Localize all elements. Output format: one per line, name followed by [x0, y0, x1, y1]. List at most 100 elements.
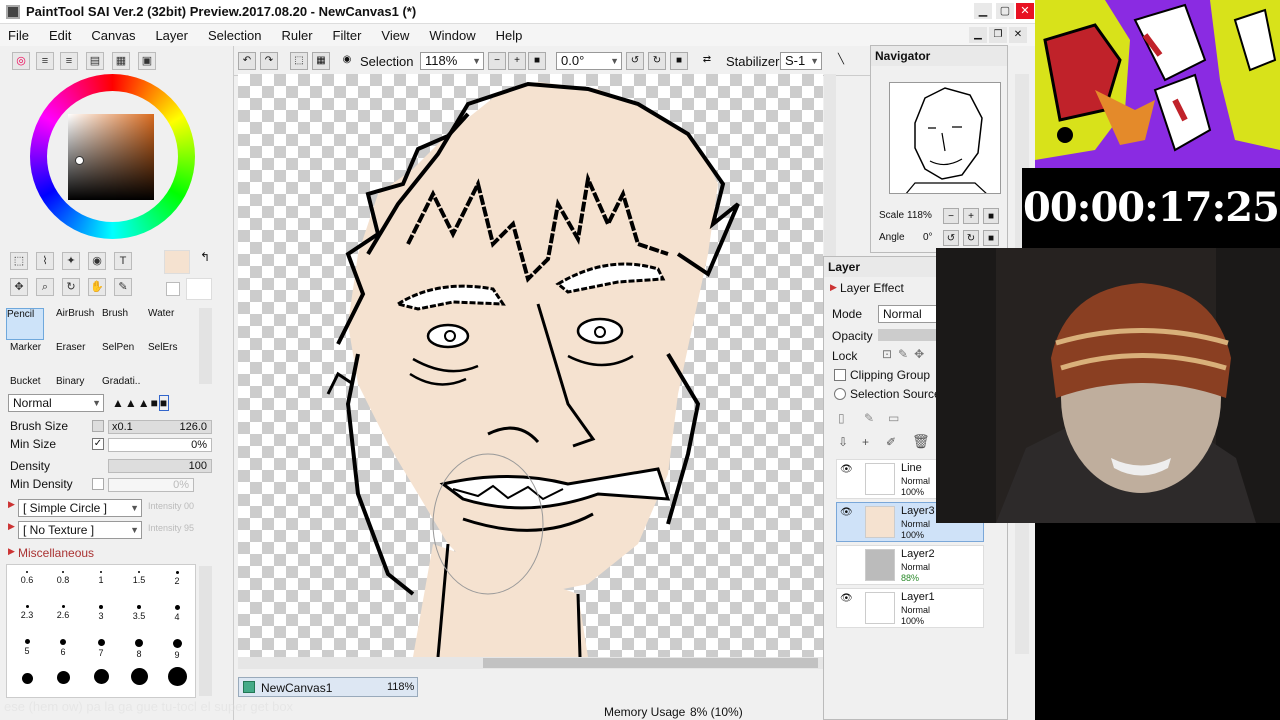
hand-icon[interactable]: ✋ — [88, 278, 106, 296]
nav-zoom-out-icon[interactable]: − — [943, 208, 959, 224]
mdi-close-icon[interactable]: ✕ — [1009, 27, 1027, 43]
canvas-tab[interactable]: NewCanvas1 118% — [238, 677, 418, 697]
presets-scrollbar[interactable] — [199, 566, 212, 696]
select-rect-icon[interactable]: ⬚ — [10, 252, 28, 270]
layer-row-layer2[interactable]: Layer2 Normal 88% — [836, 545, 984, 585]
deselect-icon[interactable]: ⬚ — [290, 52, 308, 70]
angle-select[interactable]: 0.0° — [556, 52, 622, 70]
background-color-swatch[interactable] — [186, 278, 212, 300]
size-preset[interactable]: 7 — [83, 633, 119, 667]
rotate-left-icon[interactable]: ↺ — [626, 52, 644, 70]
zoom-in-icon[interactable]: + — [508, 52, 526, 70]
size-preset[interactable]: 1 — [83, 565, 119, 599]
mdi-minimize-icon[interactable]: ▁ — [969, 27, 987, 43]
menu-file[interactable]: File — [8, 28, 29, 43]
texture-select[interactable]: [ No Texture ] — [18, 521, 142, 539]
scroll-thumb[interactable] — [483, 658, 818, 668]
zoom-icon[interactable]: ⌕ — [36, 278, 54, 296]
color-wheel-mode-icon[interactable]: ◎ — [12, 52, 30, 70]
rotate-reset-icon[interactable]: ■ — [670, 52, 688, 70]
eye-icon[interactable]: 👁 — [840, 593, 853, 604]
size-preset[interactable]: 6 — [45, 633, 81, 667]
brush-size-slider[interactable]: x0.1 126.0 — [108, 420, 212, 434]
transparent-color-swatch[interactable] — [166, 282, 180, 296]
expand-arrow-icon[interactable]: ▶ — [8, 499, 15, 510]
invert-selection-icon[interactable]: ▦ — [312, 52, 330, 70]
size-preset[interactable] — [159, 661, 195, 695]
menu-help[interactable]: Help — [496, 28, 523, 43]
nav-zoom-reset-icon[interactable]: ■ — [983, 208, 999, 224]
tool-marker[interactable]: Marker — [10, 342, 48, 374]
size-preset[interactable] — [121, 662, 157, 696]
min-density-slider[interactable]: 0% — [108, 478, 194, 492]
navigator-preview[interactable] — [889, 82, 1001, 194]
drawing-canvas[interactable] — [238, 74, 823, 657]
move-icon[interactable]: ✥ — [10, 278, 28, 296]
size-preset[interactable]: 3.5 — [121, 599, 157, 633]
menu-canvas[interactable]: Canvas — [91, 28, 135, 43]
tool-brush[interactable]: Brush — [102, 308, 140, 340]
size-preset[interactable] — [83, 663, 119, 697]
new-folder-icon[interactable]: ▭ — [888, 411, 899, 425]
line-tool-icon[interactable]: ╲ — [832, 52, 850, 70]
text-tool-icon[interactable]: T — [114, 252, 132, 270]
clipping-group-checkbox[interactable] — [834, 369, 846, 381]
eye-icon[interactable]: 👁 — [840, 464, 853, 475]
tool-selers[interactable]: SelErs — [148, 342, 186, 374]
menu-selection[interactable]: Selection — [208, 28, 261, 43]
new-linework-layer-icon[interactable]: ✎ — [864, 411, 874, 425]
expand-arrow-icon[interactable]: ▶ — [8, 521, 15, 532]
layer-select-icon[interactable]: ◉ — [88, 252, 106, 270]
close-icon[interactable]: ✕ — [1016, 3, 1034, 19]
size-preset[interactable]: 5 — [9, 633, 45, 667]
zoom-reset-icon[interactable]: ■ — [528, 52, 546, 70]
nav-rotate-reset-icon[interactable]: ■ — [983, 230, 999, 246]
eye-icon[interactable]: 👁 — [840, 507, 853, 518]
canvas-horizontal-scrollbar[interactable] — [238, 657, 823, 669]
size-preset[interactable] — [9, 667, 45, 701]
selection-source-radio[interactable] — [834, 388, 846, 400]
rotate-icon[interactable]: ↻ — [62, 278, 80, 296]
swatch-icon[interactable]: ▤ — [86, 52, 104, 70]
menu-edit[interactable]: Edit — [49, 28, 71, 43]
color-wheel[interactable] — [30, 74, 195, 239]
menu-ruler[interactable]: Ruler — [281, 28, 312, 43]
expand-arrow-icon[interactable]: ▶ — [830, 282, 837, 293]
min-size-checkbox[interactable]: ✓ — [92, 438, 104, 450]
nav-rotate-right-icon[interactable]: ↻ — [963, 230, 979, 246]
rgb-slider-icon[interactable]: ≡ — [36, 52, 54, 70]
size-preset[interactable]: 2.3 — [9, 599, 45, 633]
clear-layer-icon[interactable]: ✐ — [886, 435, 896, 449]
flip-icon[interactable]: ⇄ — [698, 52, 716, 70]
tool-bucket[interactable]: Bucket — [10, 376, 48, 390]
size-preset[interactable]: 1.5 — [121, 565, 157, 599]
size-preset[interactable] — [45, 665, 81, 699]
foreground-color-swatch[interactable] — [164, 250, 190, 274]
brush-shape-icons[interactable]: ▲▲▲■■ — [112, 395, 170, 411]
size-preset[interactable]: 0.8 — [45, 565, 81, 599]
size-preset[interactable]: 2 — [159, 565, 195, 599]
tool-eraser[interactable]: Eraser — [56, 342, 94, 374]
rotate-right-icon[interactable]: ↻ — [648, 52, 666, 70]
maximize-icon[interactable]: ▢ — [996, 3, 1014, 19]
color-picker-handle[interactable] — [75, 156, 84, 165]
expand-arrow-icon[interactable]: ▶ — [8, 546, 15, 557]
size-preset[interactable]: 4 — [159, 599, 195, 633]
min-size-slider[interactable]: 0% — [108, 438, 212, 452]
tool-pencil[interactable]: Pencil — [6, 308, 44, 340]
layer-row-layer1[interactable]: 👁 Layer1 Normal 100% — [836, 588, 984, 628]
brush-shape-select[interactable]: [ Simple Circle ] — [18, 499, 142, 517]
tool-gradation[interactable]: Gradati... — [102, 376, 140, 390]
density-slider[interactable]: 100 — [108, 459, 212, 473]
delete-layer-icon[interactable]: 🗑 — [912, 433, 930, 450]
menu-view[interactable]: View — [381, 28, 409, 43]
zoom-out-icon[interactable]: − — [488, 52, 506, 70]
miscellaneous-section[interactable]: Miscellaneous — [18, 546, 94, 560]
selection-visibility-icon[interactable]: ◉ — [338, 52, 356, 70]
redo-icon[interactable]: ↷ — [260, 52, 278, 70]
merge-down-icon[interactable]: + — [862, 435, 869, 449]
tool-selpen[interactable]: SelPen — [102, 342, 140, 374]
eyedropper-icon[interactable]: ✎ — [114, 278, 132, 296]
size-preset[interactable]: 2.6 — [45, 599, 81, 633]
zoom-select[interactable]: 118% — [420, 52, 484, 70]
